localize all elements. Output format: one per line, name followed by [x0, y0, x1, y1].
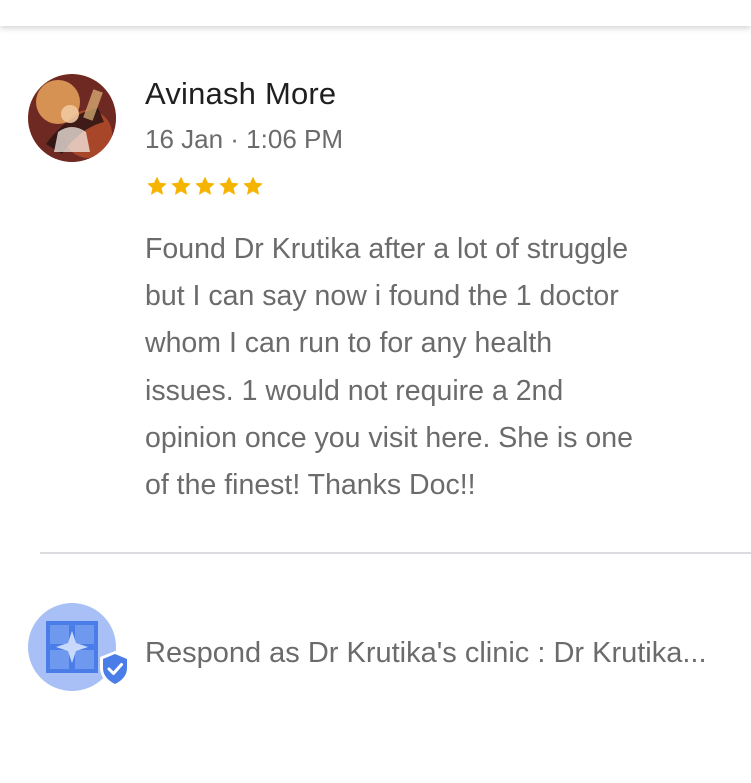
star-icon	[171, 176, 191, 195]
star-icon	[147, 176, 167, 195]
top-bar	[0, 0, 751, 26]
author-avatar[interactable]	[28, 74, 116, 162]
verified-check-icon	[100, 651, 130, 687]
star-icon	[243, 176, 263, 195]
review-text: Found Dr Krutika after a lot of struggle…	[145, 233, 633, 502]
respond-input[interactable]: Respond as Dr Krutika's clinic : Dr Krut…	[145, 633, 751, 673]
author-name[interactable]: Avinash More	[145, 76, 336, 112]
star-rating	[145, 174, 265, 198]
review-date: 16 Jan · 1:06 PM	[145, 124, 343, 154]
star-icon	[195, 176, 215, 195]
divider	[40, 552, 751, 554]
star-icon	[219, 176, 239, 195]
